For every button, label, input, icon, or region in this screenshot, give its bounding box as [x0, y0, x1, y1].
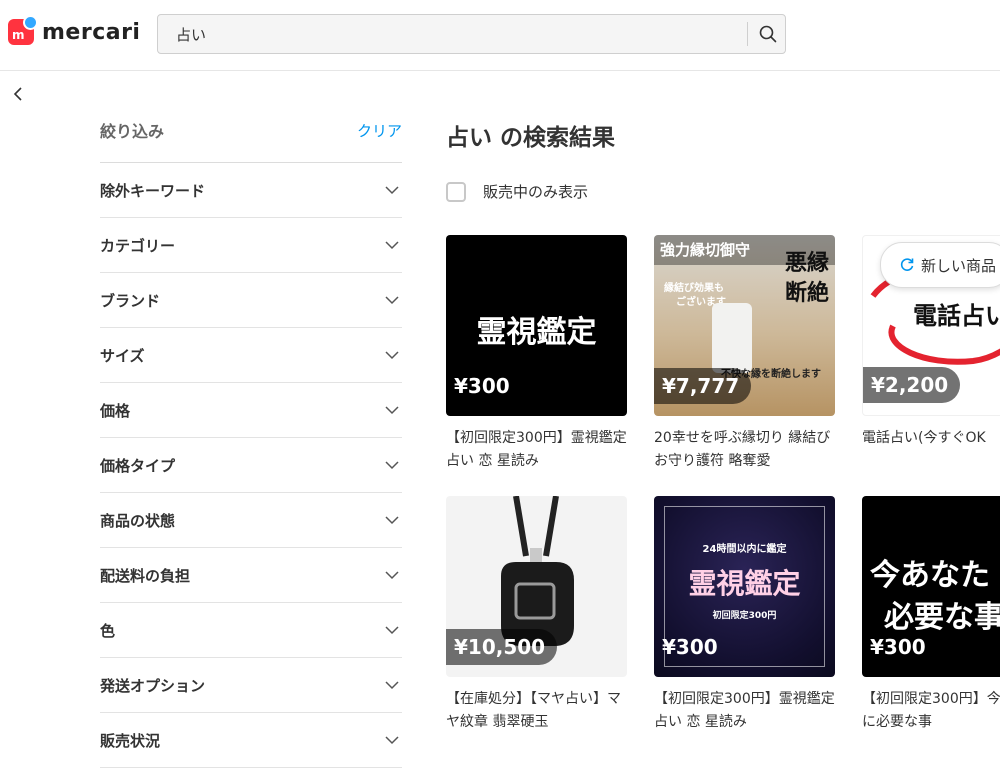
search-input[interactable]: [158, 15, 746, 53]
chevron-down-icon: [385, 351, 399, 360]
filter-header: 絞り込み クリア: [100, 110, 402, 163]
search-button[interactable]: [750, 15, 786, 53]
product-card[interactable]: 霊視鑑定 ¥300 【初回限定300円】霊視鑑定 占い 恋 星読み: [446, 235, 627, 473]
filter-item-label: 価格: [100, 402, 131, 420]
price-badge: ¥300: [662, 635, 718, 659]
filter-item[interactable]: ブランド: [100, 273, 402, 328]
logo-text: mercari: [42, 19, 141, 45]
filter-item[interactable]: 価格: [100, 383, 402, 438]
filter-item[interactable]: 価格タイプ: [100, 438, 402, 493]
image-text-top: 24時間以内に鑑定: [702, 544, 787, 555]
product-title: 【初回限定300円】霊視鑑定 占い 恋 星読み: [446, 430, 627, 469]
product-card[interactable]: ¥10,500 【在庫処分】【マヤ占い】マヤ紋章 翡翠硬玉: [446, 496, 627, 734]
filter-item-label: 配送料の負担: [100, 567, 191, 585]
filter-item[interactable]: 商品の状態: [100, 493, 402, 548]
filter-item-label: 色: [100, 622, 116, 640]
product-title: 【初回限定300円】今あなたに必要な事: [862, 691, 1000, 730]
logo-mark-letter: m: [12, 28, 25, 42]
product-image: 霊視鑑定 ¥300: [446, 235, 627, 416]
image-text: 霊視鑑定: [476, 315, 597, 350]
filter-item-label: 除外キーワード: [100, 182, 206, 200]
filter-item-label: ブランド: [100, 292, 161, 310]
image-text-right2: 断絶: [784, 281, 829, 306]
chevron-down-icon: [385, 516, 399, 525]
product-card[interactable]: 24時間以内に鑑定 霊視鑑定 初回限定300円 ¥300 【初回限定300円】霊…: [654, 496, 835, 734]
onsale-label: 販売中のみ表示: [483, 183, 589, 201]
refresh-icon: [900, 258, 914, 271]
onsale-only-toggle[interactable]: 販売中のみ表示: [446, 181, 588, 202]
chevron-down-icon: [385, 571, 399, 580]
filter-item[interactable]: 発送オプション: [100, 658, 402, 713]
header: m mercari: [0, 0, 1000, 71]
chevron-down-icon: [385, 186, 399, 195]
chevron-down-icon: [385, 241, 399, 250]
filter-item[interactable]: 配送料の負担: [100, 548, 402, 603]
product-card[interactable]: 今あなた 必要な事 ¥300 【初回限定300円】今あなたに必要な事: [862, 496, 1000, 734]
chevron-left-icon: [13, 87, 22, 101]
back-button[interactable]: [8, 82, 28, 106]
chevron-down-icon: [385, 296, 399, 305]
chevron-down-icon: [385, 736, 399, 745]
filter-sidebar: 絞り込み クリア 除外キーワード カテゴリーブランドサイズ価格価格タイプ商品の状態…: [100, 110, 402, 768]
logo-dot: [23, 15, 38, 30]
chevron-down-icon: [385, 406, 399, 415]
product-image: ¥10,500: [446, 496, 627, 677]
product-grid: 霊視鑑定 ¥300 【初回限定300円】霊視鑑定 占い 恋 星読み 強力縁切御守…: [446, 235, 1000, 735]
onsale-checkbox[interactable]: [446, 181, 466, 202]
product-title: 【初回限定300円】霊視鑑定 占い 恋 星読み: [654, 691, 835, 730]
filter-item[interactable]: カテゴリー: [100, 218, 402, 273]
filter-item-label: 価格タイプ: [100, 457, 176, 475]
mercari-logo[interactable]: m mercari: [8, 15, 141, 45]
price-badge: ¥2,200: [863, 367, 961, 403]
chevron-down-icon: [385, 461, 399, 470]
price-badge: ¥7,777: [654, 368, 752, 404]
image-text-left: 縁結び効果も: [664, 283, 724, 294]
image-text-right1: 悪縁: [784, 251, 829, 276]
product-image: 24時間以内に鑑定 霊視鑑定 初回限定300円 ¥300: [654, 496, 835, 677]
search-bar: [157, 14, 786, 54]
price-badge: ¥300: [870, 635, 926, 659]
product-title: 20幸せを呼ぶ縁切り 縁結びお守り護符 略奪愛: [654, 430, 831, 469]
image-text: 霊視鑑定: [688, 567, 801, 600]
filter-item[interactable]: 除外キーワード: [100, 163, 402, 218]
filter-item-label: サイズ: [100, 347, 145, 365]
product-image: 強力縁切御守 悪縁 断絶 縁結び効果も ございます 不快な縁を断絶します ¥7,…: [654, 235, 835, 416]
page-title: 占い の検索結果: [446, 125, 616, 151]
new-items-button[interactable]: 新しい商品: [880, 242, 1000, 288]
filter-item-label: カテゴリー: [100, 237, 176, 255]
chevron-down-icon: [385, 681, 399, 690]
filter-clear-link[interactable]: クリア: [357, 120, 402, 141]
price-badge: ¥300: [454, 374, 510, 398]
search-icon: [759, 25, 777, 43]
filter-item-label: 販売状況: [100, 732, 161, 750]
filter-item[interactable]: 販売状況: [100, 713, 402, 768]
product-card[interactable]: 強力縁切御守 悪縁 断絶 縁結び効果も ございます 不快な縁を断絶します ¥7,…: [654, 235, 835, 473]
filter-item[interactable]: サイズ: [100, 328, 402, 383]
price-badge: ¥10,500: [446, 629, 558, 665]
product-image: 今あなた 必要な事 ¥300: [862, 496, 1000, 677]
image-text: 電話占い: [913, 302, 1000, 330]
filter-item[interactable]: 色: [100, 603, 402, 658]
filter-item-label: 商品の状態: [100, 512, 176, 530]
new-items-label: 新しい商品: [921, 256, 997, 275]
filter-title: 絞り込み: [100, 122, 165, 141]
product-title: 【在庫処分】【マヤ占い】マヤ紋章 翡翠硬玉: [446, 691, 621, 730]
chevron-down-icon: [385, 626, 399, 635]
search-divider: [747, 22, 748, 46]
product-title: 電話占い(今すぐOK: [862, 430, 986, 446]
image-text-1: 今あなた: [870, 558, 990, 593]
image-text-sub: 初回限定300円: [712, 611, 777, 621]
filter-item-label: 発送オプション: [100, 677, 206, 695]
logo-mark-icon: m: [8, 15, 38, 45]
